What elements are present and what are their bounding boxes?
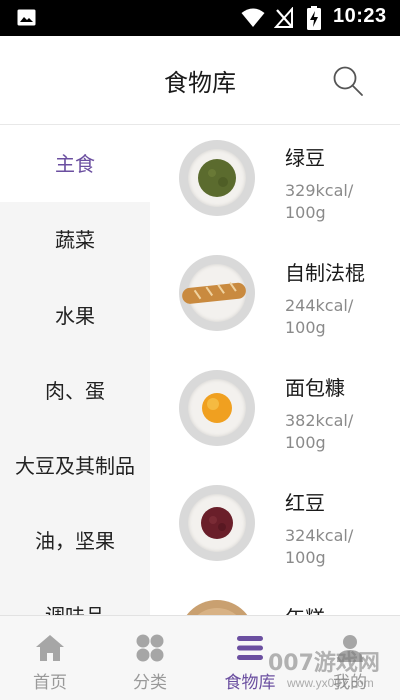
food-image bbox=[179, 140, 255, 216]
food-name: 年糕 bbox=[285, 602, 325, 615]
gallery-icon bbox=[17, 9, 36, 26]
food-name: 面包糠 bbox=[285, 376, 345, 400]
nav-item-category[interactable]: 分类 bbox=[100, 616, 200, 700]
nav-label: 首页 bbox=[33, 673, 67, 693]
status-time: 10:23 bbox=[333, 5, 387, 27]
food-library-icon bbox=[237, 636, 263, 660]
search-icon[interactable] bbox=[331, 64, 365, 98]
category-sidebar: 主食 蔬菜 水果 肉、蛋 大豆及其制品 油，坚果 调味品 bbox=[0, 126, 150, 615]
nav-item-home[interactable]: 首页 bbox=[0, 616, 100, 700]
baguette-image bbox=[182, 282, 246, 304]
food-kcal: 329kcal/ 100g bbox=[285, 181, 354, 222]
mung-beans-image bbox=[198, 159, 236, 197]
status-bar: 10:23 bbox=[0, 0, 400, 36]
category-item-condiments[interactable]: 调味品 bbox=[0, 578, 150, 615]
watermark-text: 007游戏网 bbox=[268, 651, 380, 676]
food-list: 绿豆 329kcal/ 100g 自制法棍 244kcal/ 100g 面包糠 … bbox=[150, 126, 400, 615]
breadcrumbs-image bbox=[202, 393, 232, 423]
food-image bbox=[179, 255, 255, 331]
category-item-oil-nuts[interactable]: 油，坚果 bbox=[0, 503, 150, 579]
category-item-staple[interactable]: 主食 bbox=[0, 126, 150, 202]
red-beans-image bbox=[201, 507, 233, 539]
food-name: 自制法棍 bbox=[285, 261, 365, 285]
food-kcal: 244kcal/ 100g bbox=[285, 296, 354, 337]
food-image bbox=[179, 485, 255, 561]
wifi-icon bbox=[241, 8, 265, 27]
nav-label: 分类 bbox=[133, 673, 167, 693]
food-name: 绿豆 bbox=[285, 146, 325, 170]
food-item-breadcrumbs[interactable]: 面包糠 382kcal/ 100g bbox=[150, 356, 400, 471]
food-item-rice-cake[interactable]: 年糕 bbox=[150, 586, 400, 615]
category-grid-icon bbox=[136, 634, 164, 662]
food-item-red-beans[interactable]: 红豆 324kcal/ 100g bbox=[150, 471, 400, 586]
category-item-fruit[interactable]: 水果 bbox=[0, 278, 150, 354]
food-name: 红豆 bbox=[285, 491, 325, 515]
food-kcal: 382kcal/ 100g bbox=[285, 411, 354, 452]
home-icon bbox=[36, 635, 64, 661]
food-image bbox=[179, 600, 255, 615]
category-item-vegetables[interactable]: 蔬菜 bbox=[0, 202, 150, 278]
food-item-mung-beans[interactable]: 绿豆 329kcal/ 100g bbox=[150, 126, 400, 241]
category-item-soy[interactable]: 大豆及其制品 bbox=[0, 428, 150, 504]
signal-off-icon bbox=[274, 7, 293, 28]
food-kcal: 324kcal/ 100g bbox=[285, 526, 354, 567]
food-image bbox=[179, 370, 255, 446]
rice-cake-image bbox=[197, 608, 237, 615]
watermark-url: www.yx007.com bbox=[287, 676, 374, 690]
food-item-baguette[interactable]: 自制法棍 244kcal/ 100g bbox=[150, 241, 400, 356]
app-header: 食物库 bbox=[0, 36, 400, 125]
battery-charging-icon bbox=[307, 6, 321, 30]
category-item-meat-egg[interactable]: 肉、蛋 bbox=[0, 353, 150, 429]
